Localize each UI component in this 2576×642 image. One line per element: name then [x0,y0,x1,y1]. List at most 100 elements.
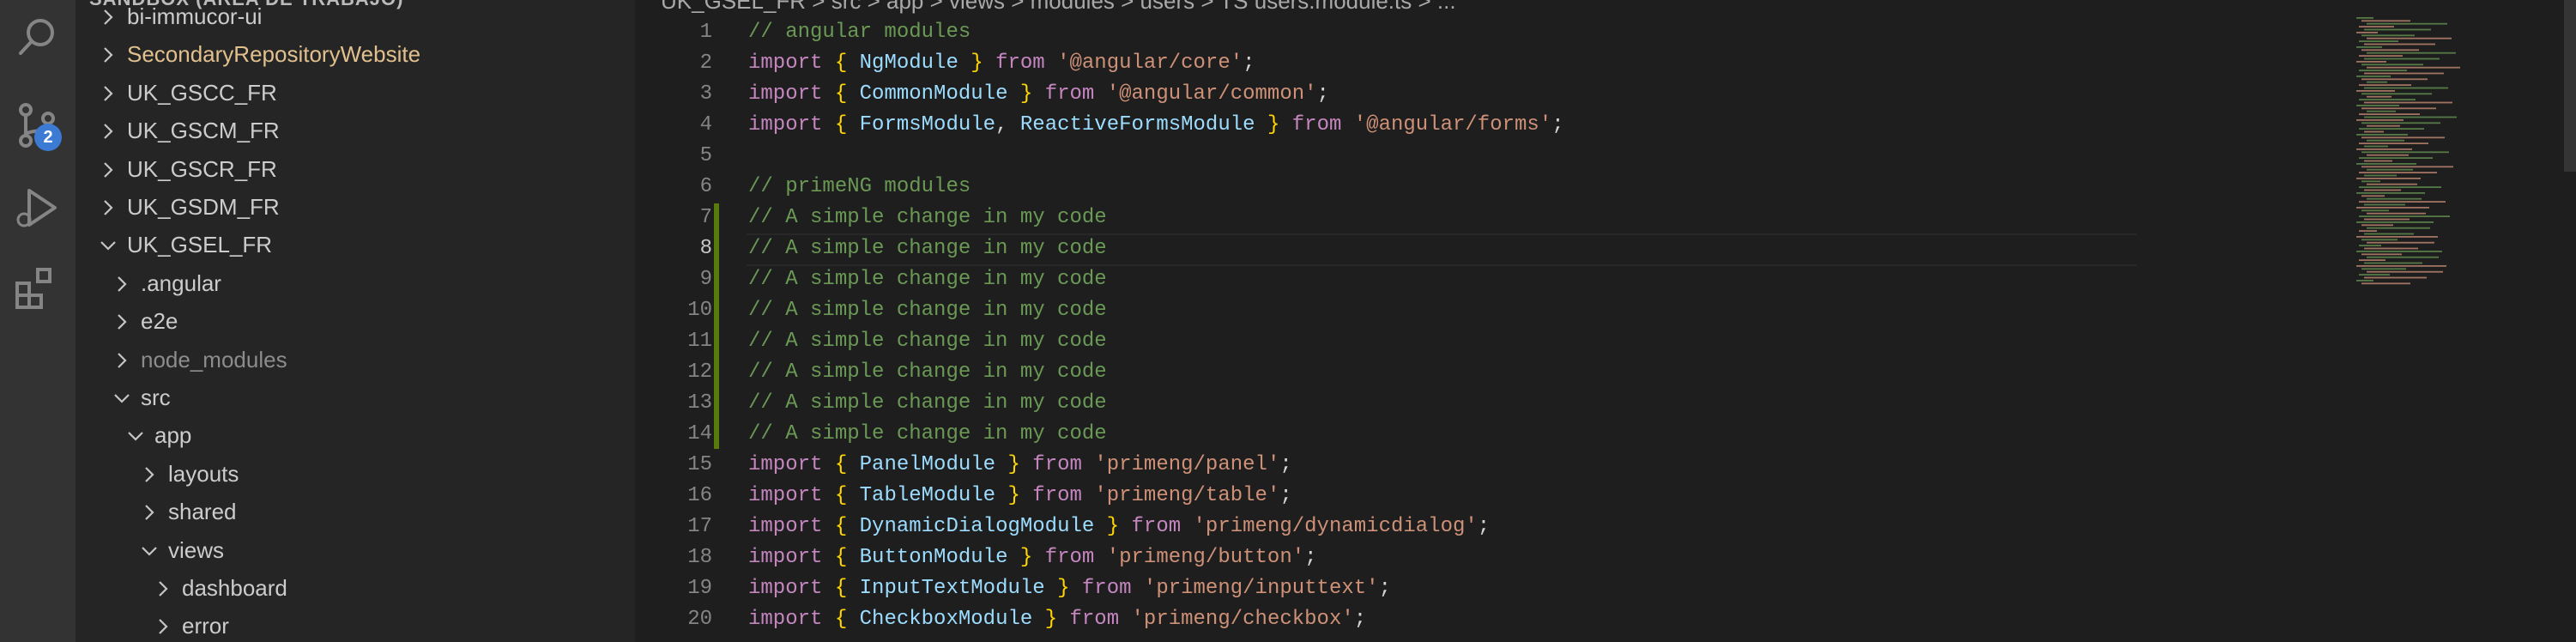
code-editor[interactable]: UK_GSEL_FR > src > app > views > modules… [635,0,2576,642]
code-text[interactable]: // A simple change in my code [748,357,1107,388]
code-line[interactable]: 10 // A simple change in my code [635,295,2351,326]
chevron-right-icon[interactable] [96,5,120,29]
code-line[interactable]: 15 import { PanelModule } from 'primeng/p… [635,450,2351,481]
tree-item[interactable]: views [76,532,635,570]
minimap-line [2356,280,2373,282]
code-line[interactable]: 4 import { FormsModule, ReactiveFormsModu… [635,110,2351,141]
code-line[interactable]: 9 // A simple change in my code [635,264,2351,295]
tree-item[interactable]: SecondaryRepositoryWebsite [76,36,635,74]
code-token: // angular modules [748,21,971,44]
code-line[interactable]: 1 // angular modules [635,17,2351,48]
code-text[interactable]: // angular modules [748,17,971,48]
code-token: // A simple change in my code [748,206,1107,229]
code-line[interactable]: 3 import { CommonModule } from '@angular/… [635,79,2351,110]
chevron-right-icon[interactable] [96,82,120,106]
tree-item[interactable]: UK_GSDM_FR [76,189,635,227]
chevron-right-icon[interactable] [96,43,120,67]
chevron-right-icon[interactable] [96,158,120,182]
minimap-line [2359,40,2398,42]
minimap-line [2356,221,2434,223]
code-text[interactable]: // primeNG modules [748,172,971,203]
search-icon[interactable] [12,12,63,64]
code-line[interactable]: 18 import { ButtonModule } from 'primeng/… [635,542,2351,573]
code-token: 'primeng/inputtext' [1143,577,1379,600]
code-line[interactable]: 20 import { CheckboxModule } from 'primen… [635,604,2351,635]
chevron-down-icon[interactable] [110,386,134,410]
code-text[interactable]: // A simple change in my code [748,203,1107,233]
code-text[interactable]: // A simple change in my code [748,264,1107,295]
code-token: // A simple change in my code [748,391,1107,415]
tree-item[interactable]: UK_GSCM_FR [76,112,635,150]
code-line[interactable]: 7 // A simple change in my code [635,203,2351,233]
code-line[interactable]: 11 // A simple change in my code [635,326,2351,357]
minimap-line [2356,251,2442,252]
chevron-right-icon[interactable] [110,310,134,334]
chevron-right-icon[interactable] [151,577,175,601]
code-text[interactable]: // A simple change in my code [748,295,1107,326]
chevron-down-icon[interactable] [137,539,161,563]
code-line[interactable]: 14 // A simple change in my code [635,419,2351,450]
code-text[interactable]: import { DynamicDialogModule } from 'pri… [748,512,1490,542]
chevron-right-icon[interactable] [96,196,120,220]
code-text[interactable]: import { InputTextModule } from 'primeng… [748,573,1391,604]
code-line[interactable]: 19 import { InputTextModule } from 'prime… [635,573,2351,604]
minimap-line [2361,122,2440,124]
run-debug-icon[interactable] [12,182,63,233]
minimap[interactable] [2353,0,2542,642]
code-text[interactable]: import { CheckboxModule } from 'primeng/… [748,604,1366,635]
chevron-right-icon[interactable] [110,348,134,372]
code-text[interactable]: import { ButtonModule } from 'primeng/bu… [748,542,1317,573]
minimap-line [2356,178,2421,179]
code-line[interactable]: 13 // A simple change in my code [635,388,2351,419]
chevron-down-icon[interactable] [124,424,148,448]
chevron-right-icon[interactable] [137,500,161,524]
code-text[interactable]: import { TableModule } from 'primeng/tab… [748,481,1292,512]
code-line[interactable]: 6 // primeNG modules [635,172,2351,203]
code-text[interactable]: // A simple change in my code [748,326,1107,357]
code-text[interactable]: import { PanelModule } from 'primeng/pan… [748,450,1292,481]
chevron-right-icon[interactable] [96,119,120,143]
tree-item[interactable]: app [76,417,635,455]
code-text[interactable]: // A simple change in my code [748,233,1107,264]
tree-item[interactable]: shared [76,494,635,531]
tree-item[interactable]: e2e [76,303,635,341]
chevron-right-icon[interactable] [151,615,175,639]
code-token: // A simple change in my code [748,268,1107,291]
code-token: InputTextModule [859,577,1045,600]
code-text[interactable]: // A simple change in my code [748,388,1107,419]
tree-item[interactable]: error [76,608,635,642]
tree-item[interactable]: bi-immucor-ui [76,0,635,36]
chevron-right-icon[interactable] [137,463,161,487]
code-line[interactable]: 8 // A simple change in my code [635,233,2351,264]
extensions-icon[interactable] [12,263,63,314]
tree-item[interactable]: UK_GSEL_FR [76,227,635,264]
code-line[interactable]: 17 import { DynamicDialogModule } from 'p… [635,512,2351,542]
breadcrumb[interactable]: UK_GSEL_FR > src > app > views > modules… [661,0,1456,15]
tree-item[interactable]: layouts [76,456,635,494]
tree-item[interactable]: UK_GSCR_FR [76,151,635,189]
chevron-right-icon[interactable] [110,272,134,296]
vertical-scrollbar[interactable] [2564,0,2576,172]
code-text[interactable]: import { FormsModule, ReactiveFormsModul… [748,110,1564,141]
code-line[interactable]: 5 [635,141,2351,172]
tree-item[interactable]: src [76,379,635,417]
minimap-line [2364,218,2410,221]
tree-item-label: bi-immucor-ui [127,3,263,29]
code-text[interactable]: // A simple change in my code [748,419,1107,450]
minimap-line [2367,212,2426,215]
code-line[interactable]: 12 // A simple change in my code [635,357,2351,388]
code-line[interactable]: 2 import { NgModule } from '@angular/core… [635,48,2351,79]
tree-item[interactable]: node_modules [76,342,635,379]
code-text[interactable]: import { NgModule } from '@angular/core'… [748,48,1255,79]
tree-item[interactable]: UK_GSCC_FR [76,75,635,112]
code-token: import [748,453,823,476]
tree-item[interactable]: .angular [76,265,635,303]
code-line[interactable]: 16 import { TableModule } from 'primeng/t… [635,481,2351,512]
tree-item[interactable]: dashboard [76,570,635,608]
chevron-down-icon[interactable] [96,233,120,257]
code-text[interactable]: import { CommonModule } from '@angular/c… [748,79,1329,110]
